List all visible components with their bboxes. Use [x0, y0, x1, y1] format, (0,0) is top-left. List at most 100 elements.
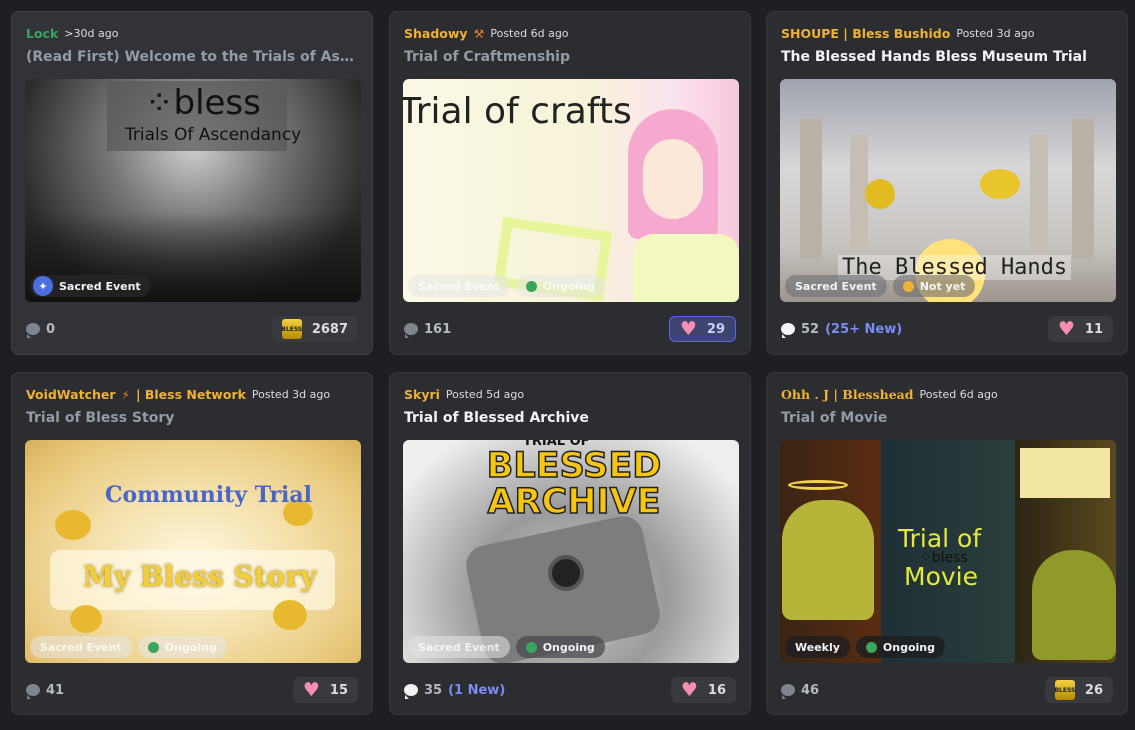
tag-status: Ongoing — [137, 636, 227, 658]
tag-label: Not yet — [919, 279, 966, 293]
new-comments-label: (1 New) — [448, 682, 506, 698]
reaction-count: 2687 — [311, 321, 348, 337]
post-author[interactable]: VoidWatcher — [26, 387, 116, 402]
bless-emoji-icon: BLESS — [1054, 680, 1075, 700]
post-footer: 52 (25+ New) ♥ 11 — [781, 316, 1113, 342]
status-dot — [525, 641, 537, 653]
heart-icon: ♥ — [1057, 317, 1075, 340]
tag-list: Sacred Event Ongoing — [408, 275, 605, 297]
reaction-button[interactable]: ♥ 11 — [1047, 316, 1113, 342]
comment-icon — [404, 684, 418, 699]
post-footer: 46 BLESS 26 — [781, 677, 1113, 703]
tag-sacred-event: Sacred Event — [30, 636, 132, 658]
forum-grid: Lock >30d ago (Read First) Welcome to th… — [0, 0, 1135, 730]
forum-post-card[interactable]: Shadowy ⚒ Posted 6d ago Trial of Craftme… — [389, 11, 751, 355]
comment-icon — [781, 684, 795, 699]
post-author[interactable]: Skyri — [404, 387, 440, 402]
post-thumbnail[interactable]: The Blessed Hands Sacred Event Not yet — [780, 79, 1116, 302]
forum-post-card[interactable]: SHOUPE | Bless Bushido Posted 3d ago The… — [766, 11, 1128, 355]
post-title[interactable]: Trial of Blessed Archive — [404, 410, 738, 426]
post-title[interactable]: Trial of Craftmenship — [404, 49, 738, 65]
post-thumbnail[interactable]: Trial of ⁘bless Movie Weekly Ongoing — [780, 440, 1116, 663]
tag-status: Ongoing — [515, 275, 605, 297]
image-headline: Trial of crafts — [403, 91, 632, 132]
post-title[interactable]: Trial of Movie — [781, 410, 1115, 426]
status-dot — [902, 280, 914, 292]
post-thumbnail[interactable]: TRIAL OF BLESSED ARCHIVE Sacred Event On… — [403, 440, 739, 663]
image-subtitle: Movie — [904, 562, 978, 591]
post-footer: 35 (1 New) ♥ 16 — [404, 677, 736, 703]
post-thumbnail[interactable]: ⁘bless Trials Of Ascendancy ✦ Sacred Eve… — [25, 79, 361, 302]
status-dot — [147, 641, 159, 653]
tag-list: Sacred Event Ongoing — [30, 636, 227, 658]
comment-count: 41 — [26, 682, 65, 699]
image-title: Community Trial — [105, 482, 313, 508]
comment-count: 35 (1 New) — [404, 682, 506, 699]
post-footer: 41 ♥ 15 — [26, 677, 358, 703]
comment-count: 0 — [26, 321, 56, 338]
post-author[interactable]: Ohh . J | Blesshead — [781, 387, 914, 402]
pin-icon: ✦ — [33, 276, 53, 296]
reaction-count: 15 — [329, 682, 348, 698]
tag-weekly: Weekly — [785, 636, 850, 658]
new-comments-label: (25+ New) — [825, 321, 903, 337]
post-meta: SHOUPE | Bless Bushido Posted 3d ago — [781, 26, 1117, 41]
post-author[interactable]: SHOUPE | Bless Bushido — [781, 26, 950, 41]
tag-sacred-event: ✦ Sacred Event — [30, 275, 151, 297]
tag-label: Ongoing — [164, 640, 217, 654]
forum-post-card[interactable]: Lock >30d ago (Read First) Welcome to th… — [11, 11, 373, 355]
comment-icon — [26, 684, 40, 699]
comment-count: 52 (25+ New) — [781, 321, 903, 338]
post-meta: Shadowy ⚒ Posted 6d ago — [404, 26, 740, 41]
image-headline: Trial of — [898, 524, 982, 553]
status-dot — [525, 280, 537, 292]
comment-number: 0 — [46, 321, 56, 337]
post-author[interactable]: Lock — [26, 26, 58, 41]
tag-list: Weekly Ongoing — [785, 636, 946, 658]
comment-count: 46 — [781, 682, 820, 699]
reaction-button[interactable]: BLESS 2687 — [271, 316, 358, 342]
post-timestamp: Posted 6d ago — [919, 388, 998, 401]
tag-label: Ongoing — [542, 279, 595, 293]
image-logo: ⁘bless — [145, 83, 261, 123]
comment-number: 41 — [46, 682, 65, 698]
tag-list: ✦ Sacred Event — [30, 275, 151, 297]
reaction-button[interactable]: ♥ 29 — [668, 316, 736, 342]
forum-post-card[interactable]: Ohh . J | Blesshead Posted 6d ago Trial … — [766, 372, 1128, 715]
reaction-button[interactable]: ♥ 16 — [670, 677, 736, 703]
post-meta: Lock >30d ago — [26, 26, 362, 41]
comment-number: 46 — [801, 682, 820, 698]
post-title[interactable]: (Read First) Welcome to the Trials of As… — [26, 49, 360, 65]
tag-label: Sacred Event — [59, 279, 141, 293]
lightning-icon: ⚡ — [121, 387, 130, 402]
tag-list: Sacred Event Ongoing — [408, 636, 605, 658]
reaction-button[interactable]: BLESS 26 — [1044, 677, 1113, 703]
reaction-count: 16 — [707, 682, 726, 698]
tag-label: Ongoing — [882, 640, 936, 654]
heart-icon: ♥ — [302, 678, 320, 701]
post-author-role: | Bless Network — [135, 387, 246, 402]
reaction-button[interactable]: ♥ 15 — [292, 677, 358, 703]
heart-icon: ♥ — [680, 678, 698, 701]
forum-post-card[interactable]: Skyri Posted 5d ago Trial of Blessed Arc… — [389, 372, 751, 715]
post-title[interactable]: The Blessed Hands Bless Museum Trial — [781, 49, 1115, 65]
image-subtitle: Trials Of Ascendancy — [125, 125, 302, 145]
hammer-icon: ⚒ — [473, 26, 485, 41]
tag-status: Ongoing — [515, 636, 605, 658]
post-thumbnail[interactable]: Trial of crafts Sacred Event Ongoing — [403, 79, 739, 302]
post-author[interactable]: Shadowy — [404, 26, 468, 41]
tag-list: Sacred Event Not yet — [785, 275, 976, 297]
tag-label: Ongoing — [542, 640, 595, 654]
comment-icon — [26, 323, 40, 338]
tag-sacred-event: Sacred Event — [408, 636, 510, 658]
comment-icon — [781, 323, 795, 338]
post-meta: Ohh . J | Blesshead Posted 6d ago — [781, 387, 1117, 402]
status-dot — [865, 641, 877, 653]
tag-status: Ongoing — [855, 636, 946, 658]
post-thumbnail[interactable]: Community Trial My Bless Story Sacred Ev… — [25, 440, 361, 663]
forum-post-card[interactable]: VoidWatcher ⚡ | Bless Network Posted 3d … — [11, 372, 373, 715]
post-footer: 0 BLESS 2687 — [26, 316, 358, 342]
comment-count: 161 — [404, 322, 451, 338]
post-title[interactable]: Trial of Bless Story — [26, 410, 360, 426]
tag-status: Not yet — [892, 275, 976, 297]
